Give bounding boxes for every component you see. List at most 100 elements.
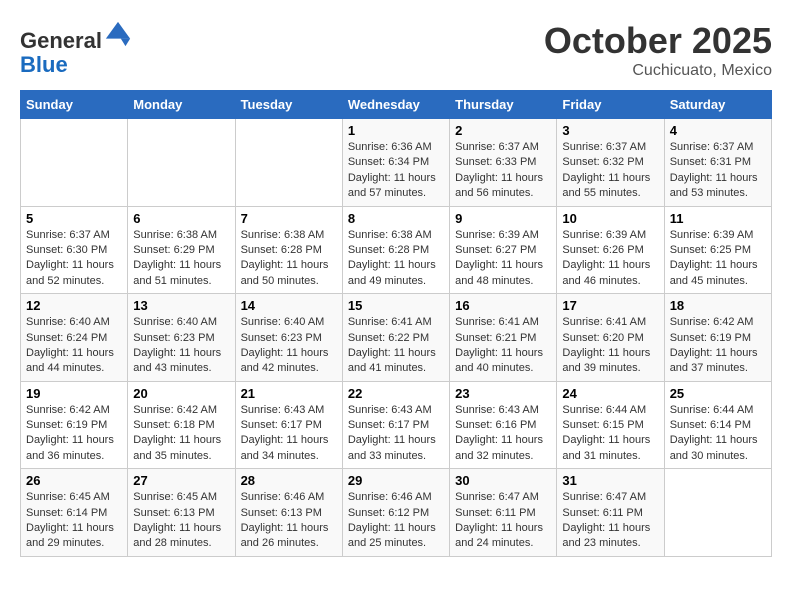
- calendar-cell: 16 Sunrise: 6:41 AMSunset: 6:21 PMDayligh…: [450, 294, 557, 382]
- logo-icon: [104, 20, 132, 48]
- day-info: Sunrise: 6:47 AMSunset: 6:11 PMDaylight:…: [455, 490, 551, 552]
- calendar-cell: 27 Sunrise: 6:45 AMSunset: 6:13 PMDayligh…: [128, 469, 235, 557]
- day-number: 9: [455, 211, 551, 226]
- column-header-thursday: Thursday: [450, 91, 557, 119]
- day-number: 10: [562, 211, 658, 226]
- day-number: 30: [455, 473, 551, 488]
- logo: General Blue: [20, 20, 132, 77]
- day-info: Sunrise: 6:37 AMSunset: 6:31 PMDaylight:…: [670, 140, 766, 202]
- calendar-cell: 2 Sunrise: 6:37 AMSunset: 6:33 PMDaylight…: [450, 119, 557, 207]
- day-info: Sunrise: 6:40 AMSunset: 6:23 PMDaylight:…: [133, 315, 229, 377]
- day-number: 7: [241, 211, 337, 226]
- day-info: Sunrise: 6:45 AMSunset: 6:14 PMDaylight:…: [26, 490, 122, 552]
- day-number: 17: [562, 298, 658, 313]
- day-number: 11: [670, 211, 766, 226]
- calendar-cell: 17 Sunrise: 6:41 AMSunset: 6:20 PMDayligh…: [557, 294, 664, 382]
- day-info: Sunrise: 6:37 AMSunset: 6:30 PMDaylight:…: [26, 228, 122, 290]
- calendar-cell: 19 Sunrise: 6:42 AMSunset: 6:19 PMDayligh…: [21, 381, 128, 469]
- day-number: 22: [348, 386, 444, 401]
- day-info: Sunrise: 6:39 AMSunset: 6:25 PMDaylight:…: [670, 228, 766, 290]
- column-header-wednesday: Wednesday: [342, 91, 449, 119]
- day-info: Sunrise: 6:42 AMSunset: 6:19 PMDaylight:…: [26, 403, 122, 465]
- calendar-week-row: 19 Sunrise: 6:42 AMSunset: 6:19 PMDayligh…: [21, 381, 772, 469]
- column-header-saturday: Saturday: [664, 91, 771, 119]
- day-info: Sunrise: 6:39 AMSunset: 6:26 PMDaylight:…: [562, 228, 658, 290]
- day-info: Sunrise: 6:46 AMSunset: 6:13 PMDaylight:…: [241, 490, 337, 552]
- calendar-cell: 25 Sunrise: 6:44 AMSunset: 6:14 PMDayligh…: [664, 381, 771, 469]
- day-info: Sunrise: 6:38 AMSunset: 6:28 PMDaylight:…: [348, 228, 444, 290]
- day-info: Sunrise: 6:46 AMSunset: 6:12 PMDaylight:…: [348, 490, 444, 552]
- day-info: Sunrise: 6:38 AMSunset: 6:29 PMDaylight:…: [133, 228, 229, 290]
- logo-general: General: [20, 28, 102, 53]
- day-number: 27: [133, 473, 229, 488]
- calendar-cell: 9 Sunrise: 6:39 AMSunset: 6:27 PMDaylight…: [450, 206, 557, 294]
- calendar-cell: 28 Sunrise: 6:46 AMSunset: 6:13 PMDayligh…: [235, 469, 342, 557]
- day-number: 16: [455, 298, 551, 313]
- calendar-cell: 14 Sunrise: 6:40 AMSunset: 6:23 PMDayligh…: [235, 294, 342, 382]
- day-info: Sunrise: 6:44 AMSunset: 6:14 PMDaylight:…: [670, 403, 766, 465]
- calendar-cell: 6 Sunrise: 6:38 AMSunset: 6:29 PMDaylight…: [128, 206, 235, 294]
- calendar-cell: 1 Sunrise: 6:36 AMSunset: 6:34 PMDaylight…: [342, 119, 449, 207]
- day-number: 2: [455, 123, 551, 138]
- calendar-cell: 12 Sunrise: 6:40 AMSunset: 6:24 PMDayligh…: [21, 294, 128, 382]
- day-number: 12: [26, 298, 122, 313]
- calendar-cell: 20Sunrise: 6:42 AMSunset: 6:18 PMDayligh…: [128, 381, 235, 469]
- day-info: Sunrise: 6:44 AMSunset: 6:15 PMDaylight:…: [562, 403, 658, 465]
- column-header-sunday: Sunday: [21, 91, 128, 119]
- day-number: 23: [455, 386, 551, 401]
- day-info: Sunrise: 6:37 AMSunset: 6:33 PMDaylight:…: [455, 140, 551, 202]
- day-info: Sunrise: 6:40 AMSunset: 6:24 PMDaylight:…: [26, 315, 122, 377]
- calendar-cell: 24 Sunrise: 6:44 AMSunset: 6:15 PMDayligh…: [557, 381, 664, 469]
- day-number: 3: [562, 123, 658, 138]
- column-header-monday: Monday: [128, 91, 235, 119]
- calendar-cell: 5Sunrise: 6:37 AMSunset: 6:30 PMDaylight…: [21, 206, 128, 294]
- calendar-cell: 31Sunrise: 6:47 AMSunset: 6:11 PMDayligh…: [557, 469, 664, 557]
- column-header-tuesday: Tuesday: [235, 91, 342, 119]
- day-info: Sunrise: 6:43 AMSunset: 6:17 PMDaylight:…: [348, 403, 444, 465]
- day-number: 6: [133, 211, 229, 226]
- calendar-cell: 13Sunrise: 6:40 AMSunset: 6:23 PMDayligh…: [128, 294, 235, 382]
- day-number: 19: [26, 386, 122, 401]
- day-info: Sunrise: 6:41 AMSunset: 6:20 PMDaylight:…: [562, 315, 658, 377]
- day-number: 1: [348, 123, 444, 138]
- location-title: Cuchicuato, Mexico: [544, 62, 772, 80]
- logo-blue: Blue: [20, 52, 68, 77]
- calendar-cell: 22 Sunrise: 6:43 AMSunset: 6:17 PMDayligh…: [342, 381, 449, 469]
- day-info: Sunrise: 6:42 AMSunset: 6:18 PMDaylight:…: [133, 403, 229, 465]
- calendar-table: SundayMondayTuesdayWednesdayThursdayFrid…: [20, 90, 772, 557]
- calendar-body: 1 Sunrise: 6:36 AMSunset: 6:34 PMDaylight…: [21, 119, 772, 557]
- calendar-cell: [235, 119, 342, 207]
- day-info: Sunrise: 6:41 AMSunset: 6:22 PMDaylight:…: [348, 315, 444, 377]
- calendar-cell: 29Sunrise: 6:46 AMSunset: 6:12 PMDayligh…: [342, 469, 449, 557]
- day-number: 15: [348, 298, 444, 313]
- day-number: 28: [241, 473, 337, 488]
- page-header: General Blue October 2025 Cuchicuato, Me…: [20, 20, 772, 80]
- calendar-cell: 7 Sunrise: 6:38 AMSunset: 6:28 PMDaylight…: [235, 206, 342, 294]
- day-number: 25: [670, 386, 766, 401]
- day-number: 31: [562, 473, 658, 488]
- day-number: 26: [26, 473, 122, 488]
- day-info: Sunrise: 6:45 AMSunset: 6:13 PMDaylight:…: [133, 490, 229, 552]
- calendar-cell: 15 Sunrise: 6:41 AMSunset: 6:22 PMDayligh…: [342, 294, 449, 382]
- calendar-week-row: 12 Sunrise: 6:40 AMSunset: 6:24 PMDayligh…: [21, 294, 772, 382]
- day-info: Sunrise: 6:41 AMSunset: 6:21 PMDaylight:…: [455, 315, 551, 377]
- calendar-cell: [664, 469, 771, 557]
- calendar-week-row: 1 Sunrise: 6:36 AMSunset: 6:34 PMDaylight…: [21, 119, 772, 207]
- calendar-cell: 18Sunrise: 6:42 AMSunset: 6:19 PMDayligh…: [664, 294, 771, 382]
- day-number: 4: [670, 123, 766, 138]
- day-number: 24: [562, 386, 658, 401]
- day-number: 21: [241, 386, 337, 401]
- day-number: 14: [241, 298, 337, 313]
- calendar-cell: 10 Sunrise: 6:39 AMSunset: 6:26 PMDayligh…: [557, 206, 664, 294]
- calendar-week-row: 26 Sunrise: 6:45 AMSunset: 6:14 PMDayligh…: [21, 469, 772, 557]
- day-info: Sunrise: 6:40 AMSunset: 6:23 PMDaylight:…: [241, 315, 337, 377]
- day-info: Sunrise: 6:36 AMSunset: 6:34 PMDaylight:…: [348, 140, 444, 202]
- calendar-cell: 21Sunrise: 6:43 AMSunset: 6:17 PMDayligh…: [235, 381, 342, 469]
- day-info: Sunrise: 6:39 AMSunset: 6:27 PMDaylight:…: [455, 228, 551, 290]
- calendar-week-row: 5Sunrise: 6:37 AMSunset: 6:30 PMDaylight…: [21, 206, 772, 294]
- day-info: Sunrise: 6:38 AMSunset: 6:28 PMDaylight:…: [241, 228, 337, 290]
- day-number: 8: [348, 211, 444, 226]
- calendar-cell: 30 Sunrise: 6:47 AMSunset: 6:11 PMDayligh…: [450, 469, 557, 557]
- day-number: 18: [670, 298, 766, 313]
- calendar-header-row: SundayMondayTuesdayWednesdayThursdayFrid…: [21, 91, 772, 119]
